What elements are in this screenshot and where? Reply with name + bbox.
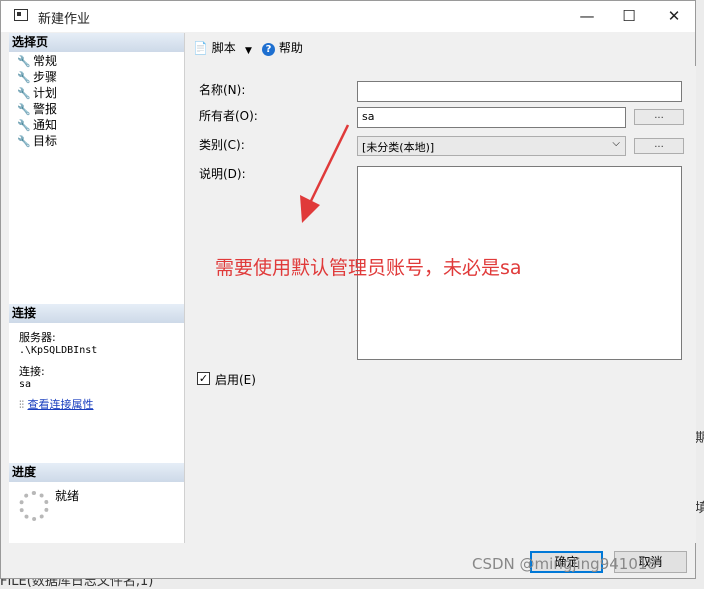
script-dropdown-arrow-icon[interactable]: ▼ (245, 43, 252, 59)
nav-label: 通知 (33, 118, 58, 132)
chevron-down-icon: ⌵ (612, 138, 620, 149)
wrench-icon: 🔧 (17, 103, 31, 116)
app-icon (14, 9, 28, 21)
name-label: 名称(N): (199, 83, 246, 97)
toolbar: 📄 脚本 ▼ ? 帮助 (185, 33, 696, 63)
script-button[interactable]: 📄 脚本 (193, 40, 236, 56)
name-input[interactable] (357, 81, 682, 102)
owner-input[interactable]: sa (357, 107, 626, 128)
help-icon: ? (262, 43, 275, 56)
view-connection-properties[interactable]: ⫶⫶ 查看连接属性 (19, 398, 94, 412)
connection-properties-icon: ⫶⫶ (19, 400, 24, 411)
progress-status: 就绪 (55, 489, 80, 503)
nav-label: 步骤 (33, 70, 58, 84)
server-value: .\KpSQLDBInst (19, 345, 98, 356)
wrench-icon: 🔧 (17, 71, 31, 84)
title-bar[interactable]: 新建作业 — ☐ ✕ (1, 1, 695, 32)
nav-item-general[interactable]: 🔧 常规 (17, 53, 57, 69)
nav-label: 常规 (33, 54, 58, 68)
annotation-arrow-icon (300, 124, 350, 223)
nav-item-steps[interactable]: 🔧 步骤 (17, 69, 57, 85)
script-icon: 📄 (193, 41, 208, 55)
nav-label: 计划 (33, 86, 58, 100)
connection-header: 连接 (9, 304, 184, 323)
category-label: 类别(C): (199, 138, 245, 152)
script-label: 脚本 (211, 41, 236, 55)
new-job-dialog: 新建作业 — ☐ ✕ 选择页 🔧 常规 🔧 步骤 🔧 计划 🔧 警报 🔧 通知 🔧 目标 连… (0, 0, 696, 579)
connection-label: 连接: (19, 365, 45, 378)
background-text-fragment: 期 (695, 431, 704, 446)
enabled-checkbox[interactable]: ✓ (197, 372, 210, 385)
wrench-icon: 🔧 (17, 87, 31, 100)
owner-label: 所有者(O): (199, 109, 258, 123)
nav-label: 目标 (33, 134, 58, 148)
category-browse-button[interactable]: ... (634, 138, 684, 154)
progress-spinner-icon (19, 491, 49, 521)
nav-item-targets[interactable]: 🔧 目标 (17, 133, 57, 149)
server-label: 服务器: (19, 331, 56, 344)
enabled-label: 启用(E) (215, 373, 256, 387)
help-label: 帮助 (278, 41, 303, 55)
left-pane: 选择页 🔧 常规 🔧 步骤 🔧 计划 🔧 警报 🔧 通知 🔧 目标 连接 服务器: .\Kp… (9, 33, 185, 543)
view-connection-properties-link[interactable]: 查看连接属性 (28, 398, 94, 411)
owner-browse-button[interactable]: ... (634, 109, 684, 125)
help-button[interactable]: ? 帮助 (262, 40, 303, 56)
background-text-fragment: 填 (695, 501, 704, 516)
watermark: CSDN @mingjing941018 (472, 555, 657, 573)
nav-item-schedules[interactable]: 🔧 计划 (17, 85, 57, 101)
category-select[interactable]: [未分类(本地)] ⌵ (357, 136, 626, 156)
wrench-icon: 🔧 (17, 135, 31, 148)
connection-value: sa (19, 379, 32, 390)
general-page-content: 名称(N): 所有者(O): sa ... 类别(C): [未分类(本地)] ⌵… (185, 66, 696, 543)
description-label: 说明(D): (199, 167, 246, 181)
category-value: [未分类(本地)] (362, 141, 435, 154)
select-page-header: 选择页 (9, 33, 184, 52)
close-button[interactable]: ✕ (652, 1, 696, 32)
wrench-icon: 🔧 (17, 55, 31, 68)
window-title: 新建作业 (38, 12, 91, 27)
wrench-icon: 🔧 (17, 119, 31, 132)
nav-label: 警报 (33, 102, 58, 116)
annotation-text: 需要使用默认管理员账号，未必是sa (215, 257, 522, 279)
minimize-button[interactable]: — (565, 1, 609, 32)
nav-item-notifications[interactable]: 🔧 通知 (17, 117, 57, 133)
nav-item-alerts[interactable]: 🔧 警报 (17, 101, 57, 117)
maximize-button[interactable]: ☐ (607, 1, 651, 32)
progress-header: 进度 (9, 463, 184, 482)
